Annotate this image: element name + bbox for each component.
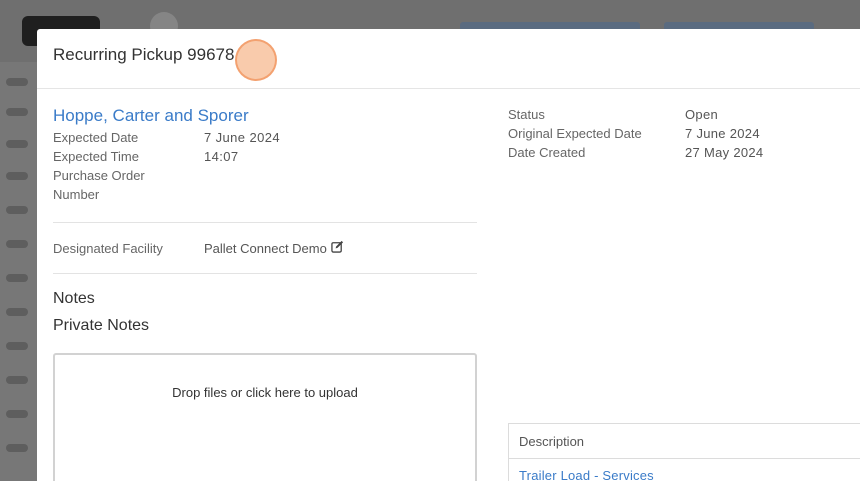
notes-heading: Notes bbox=[53, 290, 95, 307]
background-sidebar-item bbox=[6, 140, 28, 148]
table-row: Trailer Load - Services bbox=[509, 459, 860, 481]
background-sidebar-item bbox=[6, 240, 28, 248]
divider bbox=[53, 273, 477, 274]
background-sidebar-item bbox=[6, 342, 28, 350]
file-upload-dropzone[interactable]: Drop files or click here to upload bbox=[53, 353, 477, 481]
background-sidebar-item bbox=[6, 410, 28, 418]
dropzone-text: Drop files or click here to upload bbox=[172, 385, 358, 400]
expected-date-row: Expected Date 7 June 2024 bbox=[53, 128, 477, 147]
background-sidebar bbox=[0, 62, 38, 481]
field-label: Original Expected Date bbox=[508, 126, 642, 141]
background-sidebar-item bbox=[6, 308, 28, 316]
items-table: Description Trailer Load - Services bbox=[508, 423, 860, 481]
field-label: Expected Time bbox=[53, 149, 139, 164]
designated-facility-row: Designated Facility Pallet Connect Demo bbox=[53, 223, 477, 273]
field-label: Purchase Order Number bbox=[53, 168, 145, 202]
pickup-details: Hoppe, Carter and Sporer Expected Date 7… bbox=[53, 106, 477, 481]
purchase-order-row: Purchase Order Number bbox=[53, 166, 477, 204]
table-header-description: Description bbox=[509, 424, 860, 459]
cursor-highlight bbox=[235, 39, 277, 81]
status-row: Status Open bbox=[508, 105, 860, 124]
edit-icon[interactable] bbox=[331, 240, 344, 256]
background-sidebar-item bbox=[6, 444, 28, 452]
background-sidebar-item bbox=[6, 78, 28, 86]
recurring-pickup-modal: Recurring Pickup 99678 Hoppe, Carter and… bbox=[37, 29, 860, 481]
original-expected-date-row: Original Expected Date 7 June 2024 bbox=[508, 124, 860, 143]
field-label: Expected Date bbox=[53, 130, 139, 145]
pickup-status-details: Status Open Original Expected Date 7 Jun… bbox=[508, 105, 860, 162]
date-created-value: 27 May 2024 bbox=[685, 145, 764, 160]
modal-header: Recurring Pickup 99678 bbox=[37, 29, 860, 89]
background-sidebar-item bbox=[6, 376, 28, 384]
client-name-link[interactable]: Hoppe, Carter and Sporer bbox=[53, 106, 477, 126]
background-sidebar-item bbox=[6, 108, 28, 116]
expected-date-value: 7 June 2024 bbox=[204, 130, 280, 145]
original-expected-date-value: 7 June 2024 bbox=[685, 126, 760, 141]
field-label: Status bbox=[508, 107, 545, 122]
field-label: Date Created bbox=[508, 145, 586, 160]
field-label: Designated Facility bbox=[53, 240, 163, 256]
date-created-row: Date Created 27 May 2024 bbox=[508, 143, 860, 162]
modal-title: Recurring Pickup 99678 bbox=[53, 45, 235, 64]
expected-time-value: 14:07 bbox=[204, 149, 239, 164]
background-sidebar-item bbox=[6, 172, 28, 180]
expected-time-row: Expected Time 14:07 bbox=[53, 147, 477, 166]
status-value: Open bbox=[685, 107, 719, 122]
item-description-link[interactable]: Trailer Load - Services bbox=[519, 468, 654, 481]
background-sidebar-item bbox=[6, 206, 28, 214]
private-notes-heading: Private Notes bbox=[53, 317, 150, 334]
designated-facility-value: Pallet Connect Demo bbox=[204, 240, 327, 256]
background-sidebar-item bbox=[6, 274, 28, 282]
